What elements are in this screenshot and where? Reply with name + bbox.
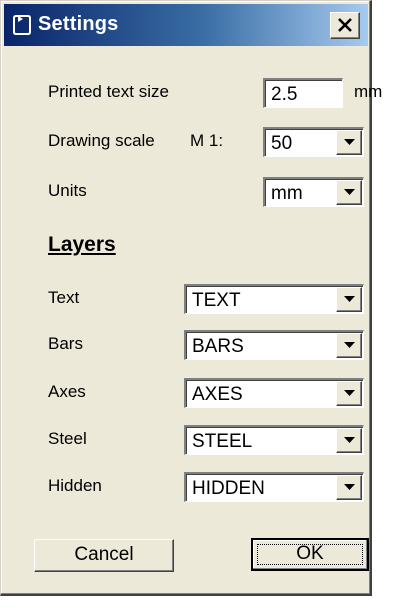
units-select[interactable]: mm bbox=[263, 177, 364, 207]
text-size-input[interactable]: 2.5 bbox=[263, 78, 343, 108]
layer-value-steel: STEEL bbox=[192, 431, 253, 452]
units-value: mm bbox=[271, 183, 303, 204]
scale-select[interactable]: 50 bbox=[263, 127, 364, 157]
chevron-down-icon bbox=[344, 139, 355, 145]
title-bar[interactable]: Settings bbox=[4, 4, 368, 46]
layer-select-hidden[interactable]: HIDDEN bbox=[184, 472, 364, 502]
layer-label-text: Text bbox=[48, 288, 80, 307]
layer-bars-dropdown-button[interactable] bbox=[336, 333, 362, 358]
close-icon bbox=[338, 18, 352, 32]
chevron-down-icon bbox=[344, 296, 355, 302]
layer-select-steel[interactable]: STEEL bbox=[184, 425, 364, 455]
text-size-label: Printed text size bbox=[48, 82, 169, 101]
layer-value-hidden: HIDDEN bbox=[192, 478, 265, 499]
layer-value-bars: BARS bbox=[192, 336, 244, 357]
layer-steel-dropdown-button[interactable] bbox=[336, 428, 362, 453]
chevron-down-icon bbox=[344, 189, 355, 195]
scale-value: 50 bbox=[271, 133, 293, 154]
layer-value-text: TEXT bbox=[192, 290, 241, 311]
scale-label: Drawing scale bbox=[48, 131, 155, 150]
layer-hidden-dropdown-button[interactable] bbox=[336, 475, 362, 500]
scale-prefix: M 1: bbox=[190, 131, 224, 150]
layer-select-bars[interactable]: BARS bbox=[184, 330, 364, 360]
close-button[interactable] bbox=[330, 12, 360, 39]
window-icon bbox=[13, 15, 31, 35]
settings-dialog: Settings Printed text size 2.5 mm Drawin… bbox=[0, 0, 382, 596]
text-size-unit: mm bbox=[354, 82, 383, 101]
cancel-button[interactable]: Cancel bbox=[34, 539, 174, 572]
units-label: Units bbox=[48, 181, 87, 200]
layer-value-axes: AXES bbox=[192, 384, 243, 405]
chevron-down-icon bbox=[344, 437, 355, 443]
layer-label-hidden: Hidden bbox=[48, 476, 102, 495]
window-title: Settings bbox=[38, 13, 119, 35]
layer-select-text[interactable]: TEXT bbox=[184, 284, 364, 314]
layers-heading: Layers bbox=[48, 233, 116, 256]
chevron-down-icon bbox=[344, 342, 355, 348]
units-dropdown-button[interactable] bbox=[336, 180, 362, 205]
layer-label-axes: Axes bbox=[48, 382, 86, 401]
layer-select-axes[interactable]: AXES bbox=[184, 378, 364, 408]
layer-text-dropdown-button[interactable] bbox=[336, 287, 362, 312]
text-size-value: 2.5 bbox=[271, 84, 298, 105]
ok-button[interactable]: OK bbox=[251, 538, 369, 571]
chevron-down-icon bbox=[344, 390, 355, 396]
cancel-button-label: Cancel bbox=[74, 544, 134, 565]
ok-button-label: OK bbox=[296, 543, 324, 564]
layer-label-bars: Bars bbox=[48, 334, 83, 353]
layer-axes-dropdown-button[interactable] bbox=[336, 381, 362, 406]
scale-dropdown-button[interactable] bbox=[336, 130, 362, 155]
layer-label-steel: Steel bbox=[48, 429, 87, 448]
chevron-down-icon bbox=[344, 484, 355, 490]
